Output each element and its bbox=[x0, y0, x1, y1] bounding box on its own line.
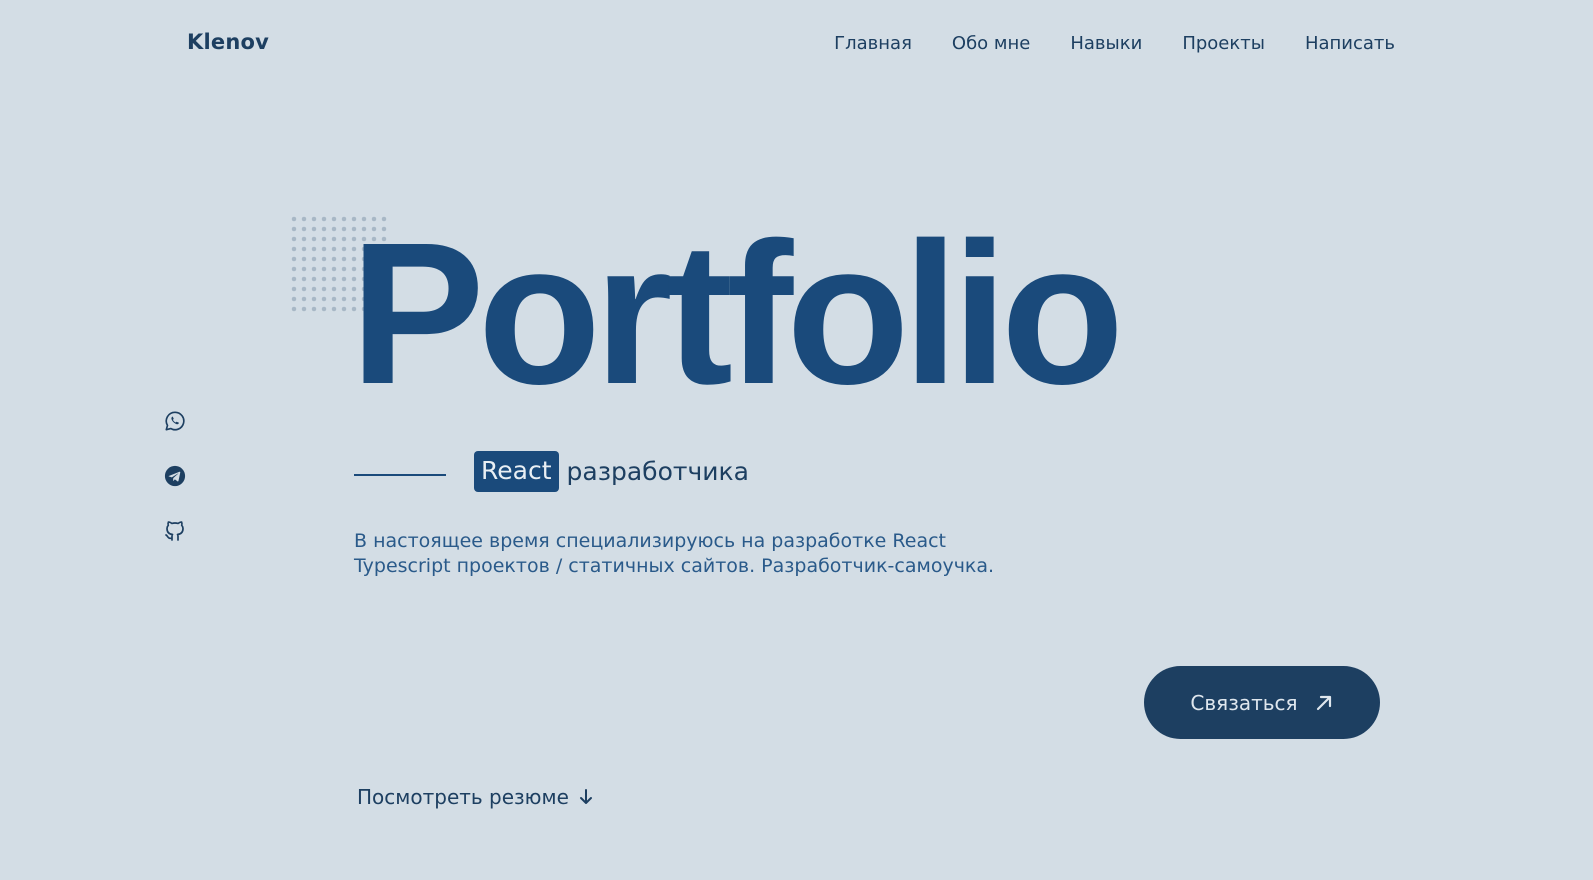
nav-link-contact[interactable]: Написать bbox=[1305, 33, 1395, 54]
page: Klenov Главная Обо мне Навыки Проекты На… bbox=[0, 0, 1593, 880]
contact-button[interactable]: Связаться bbox=[1144, 666, 1380, 739]
nav-link-projects[interactable]: Проекты bbox=[1182, 33, 1265, 54]
nav-link-skills[interactable]: Навыки bbox=[1070, 33, 1142, 54]
contact-button-label: Связаться bbox=[1190, 690, 1298, 715]
subtitle-divider bbox=[354, 473, 446, 476]
subtitle-text: разработчика bbox=[566, 457, 749, 486]
nav-link-about[interactable]: Обо мне bbox=[952, 33, 1030, 54]
logo[interactable]: Klenov bbox=[187, 30, 269, 54]
nav-link-home[interactable]: Главная bbox=[834, 33, 912, 54]
arrow-up-right-icon bbox=[1316, 695, 1331, 710]
whatsapp-icon[interactable] bbox=[163, 410, 187, 432]
resume-link-label: Посмотреть резюме bbox=[357, 785, 569, 809]
social-links bbox=[163, 410, 187, 542]
telegram-icon[interactable] bbox=[163, 465, 187, 487]
hero-title: Portfolio bbox=[350, 200, 1124, 426]
github-icon[interactable] bbox=[163, 520, 187, 542]
main-nav: Главная Обо мне Навыки Проекты Написать bbox=[834, 33, 1395, 54]
view-resume-link[interactable]: Посмотреть резюме bbox=[357, 785, 593, 809]
react-badge: React bbox=[474, 451, 559, 492]
arrow-down-icon bbox=[579, 789, 592, 804]
hero-description: В настоящее время специализируюсь на раз… bbox=[354, 530, 995, 577]
hero-subtitle: React разработчика bbox=[354, 451, 749, 492]
